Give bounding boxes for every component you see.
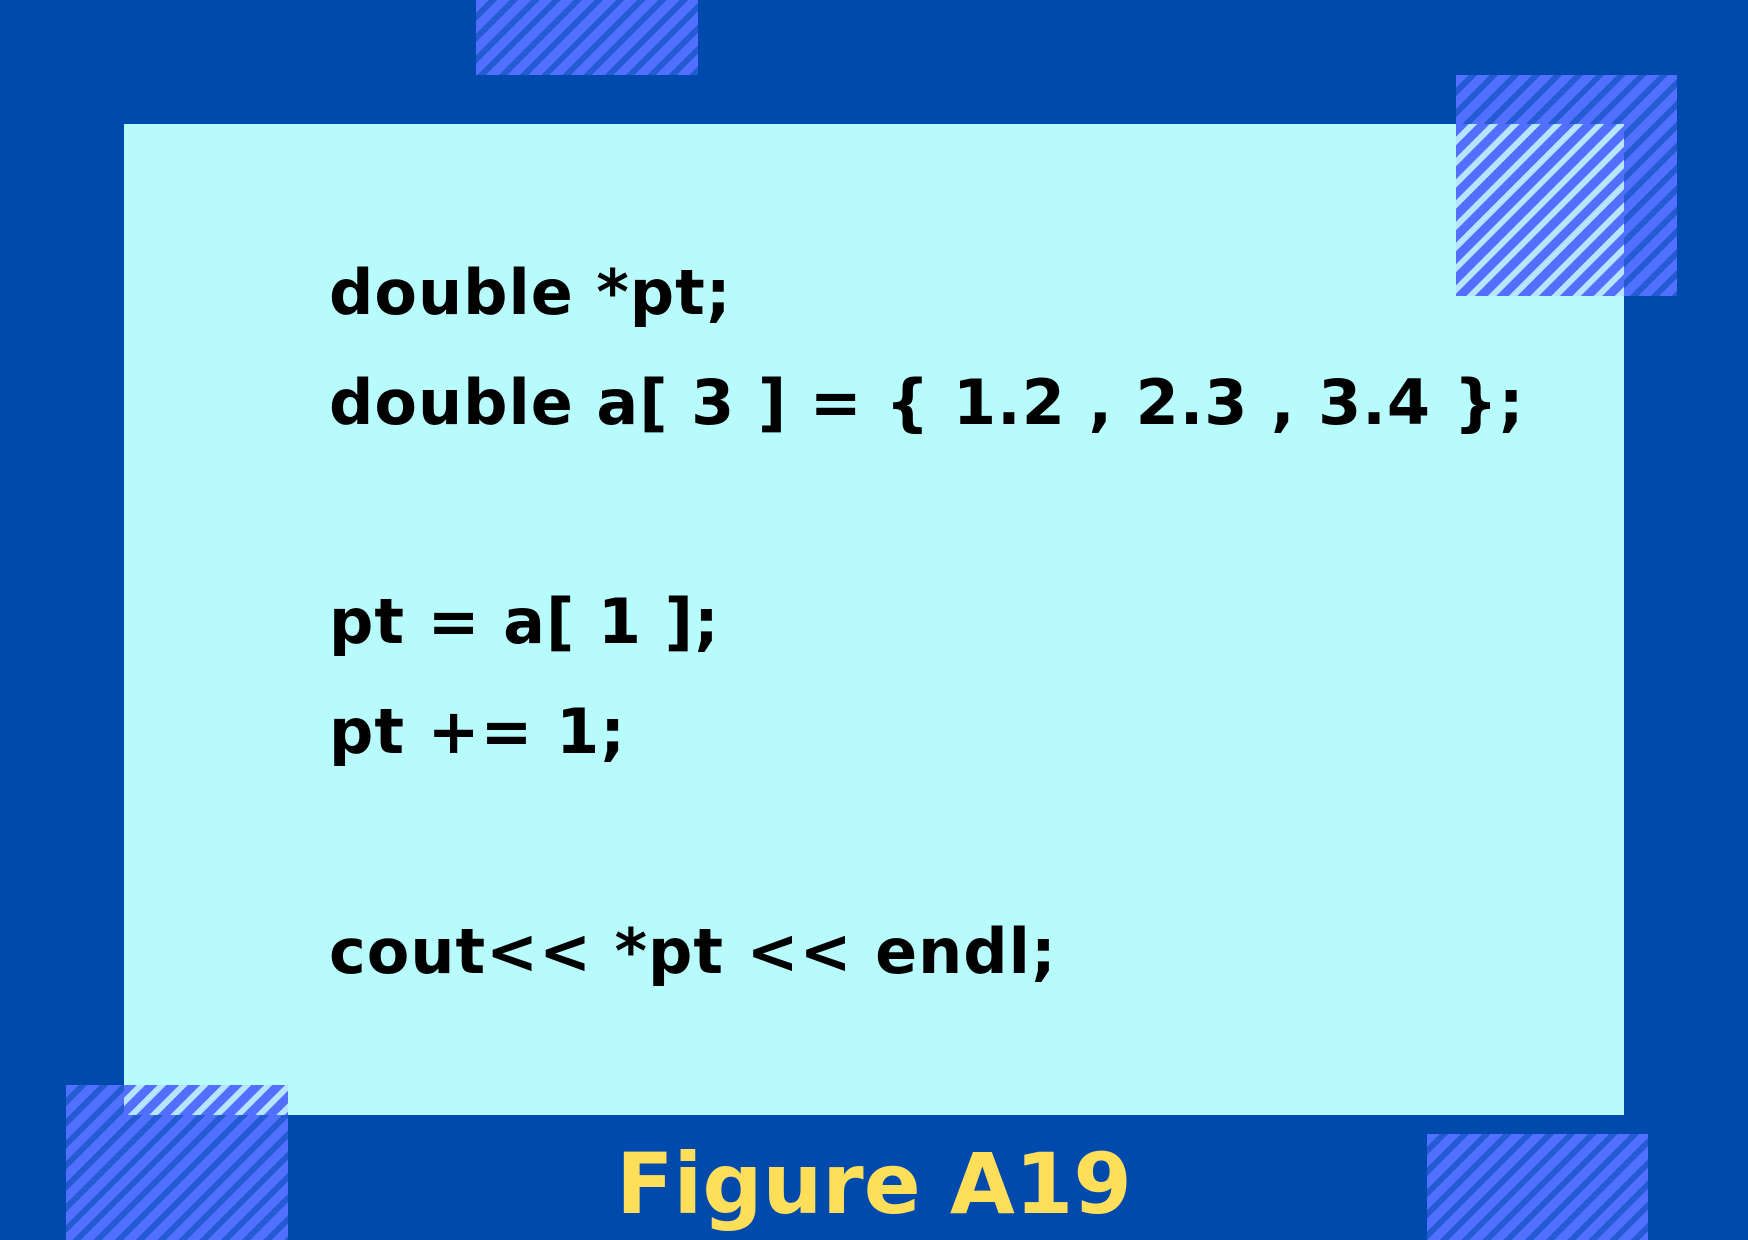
code-line-5: cout<< *pt << endl; (329, 915, 1057, 988)
decorative-stripe-panel-overlay-top-right (1456, 124, 1624, 296)
code-line-4: pt += 1; (329, 695, 627, 768)
code-line-2: double a[ 3 ] = { 1.2 , 2.3 , 3.4 }; (329, 366, 1525, 439)
code-line-3: pt = a[ 1 ]; (329, 585, 720, 658)
decorative-stripe-panel-overlay-bottom-left (124, 1085, 288, 1115)
decorative-stripe-top-center (476, 0, 698, 75)
code-line-1: double *pt; (329, 256, 732, 329)
figure-caption: Figure A19 (616, 1135, 1132, 1233)
